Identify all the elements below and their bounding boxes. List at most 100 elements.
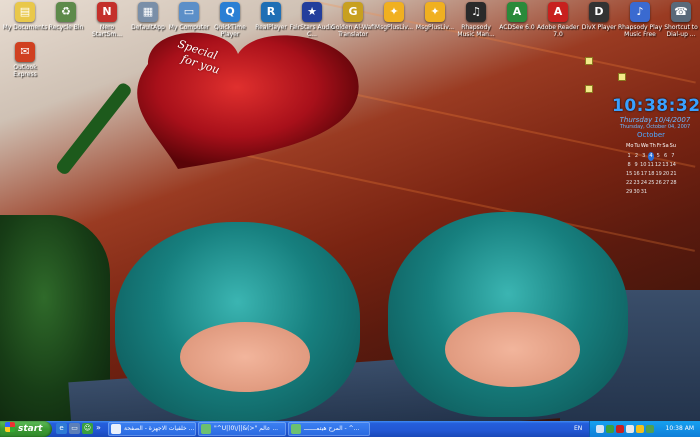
messenger-tray-icon[interactable] bbox=[606, 425, 614, 433]
desktop-icon-label: MsgPlusLiv... bbox=[374, 24, 414, 31]
messenger-icon[interactable]: ☺ bbox=[82, 423, 93, 434]
calendar-day[interactable]: 11 bbox=[648, 161, 654, 170]
taskbar-button-2[interactable]: "^U|)0\/||&(>" عالم ... bbox=[198, 422, 286, 436]
msgplus-icon: ✦ bbox=[384, 2, 404, 22]
calendar-days: 1 2 3 4 5 6 7 8 9 10 11 12 13 14 15 16 17 18 19 20 21 22 23 24 2… bbox=[626, 152, 677, 197]
taskbar-button-1[interactable]: خلفيات الاجهزة - الصفحة ... bbox=[108, 422, 196, 436]
calendar-day[interactable] bbox=[670, 188, 676, 197]
desktop-icon[interactable]: ★ FairStars Audio C... bbox=[289, 2, 335, 39]
acdsee-icon: A bbox=[507, 2, 527, 22]
clock-date: Thursday 10/4/2007 bbox=[619, 116, 691, 124]
language-indicator[interactable]: EN bbox=[574, 421, 582, 437]
messenger-window-icon bbox=[291, 424, 301, 434]
calendar-day[interactable] bbox=[655, 188, 661, 197]
calendar-day[interactable]: 14 bbox=[670, 161, 676, 170]
desktop-icon-outlook-express[interactable]: ✉ Outlook Express bbox=[2, 42, 48, 79]
calendar-day[interactable]: 31 bbox=[641, 188, 647, 197]
desktop-icon[interactable]: A ACDSee 6.0 bbox=[494, 2, 540, 39]
calendar-day[interactable]: 1 bbox=[626, 152, 632, 161]
quick-launch-overflow[interactable]: » bbox=[96, 421, 101, 435]
taskbar-button-3[interactable]: المرح هيتمـــــــ - ^... bbox=[288, 422, 370, 436]
calendar-day[interactable]: 6 bbox=[662, 152, 668, 161]
calendar-weekday: We bbox=[640, 143, 649, 149]
taskbar-button-label: المرح هيتمـــــــ - ^... bbox=[304, 425, 360, 432]
internet-explorer-icon[interactable]: e bbox=[56, 423, 67, 434]
antivirus-icon[interactable] bbox=[616, 425, 624, 433]
calendar-day[interactable]: 17 bbox=[641, 170, 647, 179]
calendar-day[interactable]: 19 bbox=[656, 170, 662, 179]
calendar-day[interactable]: 15 bbox=[626, 170, 632, 179]
calendar-day[interactable] bbox=[648, 188, 654, 197]
calendar-weekday: Sa bbox=[662, 143, 669, 149]
calendar-day[interactable]: 30 bbox=[633, 188, 639, 197]
clock-subline: Thursday, October 04, 2007 bbox=[619, 124, 691, 130]
safely-remove-icon[interactable] bbox=[646, 425, 654, 433]
calendar-day[interactable]: 18 bbox=[648, 170, 654, 179]
calendar-day[interactable]: 20 bbox=[663, 170, 669, 179]
calendar-day[interactable]: 27 bbox=[663, 179, 669, 188]
calendar-day[interactable]: 8 bbox=[626, 161, 632, 170]
calendar-day[interactable]: 22 bbox=[626, 179, 632, 188]
calendar-day[interactable]: 7 bbox=[670, 152, 676, 161]
desktop-icon[interactable]: ☎ Shortcut to Dial-up ... bbox=[658, 2, 700, 39]
calendar-day[interactable]: 25 bbox=[648, 179, 654, 188]
calendar-day[interactable]: 3 bbox=[641, 152, 647, 161]
calendar-day[interactable]: 9 bbox=[633, 161, 639, 170]
clock-time: 10:38:32 bbox=[612, 96, 700, 116]
calendar-week: 8 9 10 11 12 13 14 bbox=[626, 161, 676, 170]
widget-note-icon[interactable] bbox=[618, 73, 626, 81]
left-foot bbox=[180, 322, 310, 392]
calendar-weekday-header: Mo Tu We Th Fr Sa Su bbox=[626, 143, 676, 149]
desktop-icon[interactable]: ♪ Rhapsody Play Music Free bbox=[617, 2, 663, 39]
desktop-icon-label: ACDSee 6.0 bbox=[499, 24, 535, 31]
desktop-icon[interactable]: ♫ Rhapsody Music Man... bbox=[453, 2, 499, 39]
volume-icon[interactable] bbox=[626, 425, 634, 433]
calendar-day[interactable]: 24 bbox=[641, 179, 647, 188]
calendar-day[interactable]: 29 bbox=[626, 188, 632, 197]
computer-icon: ▭ bbox=[179, 2, 199, 22]
show-desktop-icon[interactable]: ▭ bbox=[69, 423, 80, 434]
calendar-day[interactable]: 23 bbox=[633, 179, 639, 188]
calendar-day[interactable]: 2 bbox=[633, 152, 639, 161]
desktop-icon-label: DivX Player bbox=[581, 24, 617, 31]
ie-window-icon bbox=[111, 424, 121, 434]
calendar-day[interactable] bbox=[663, 188, 669, 197]
desktop-icon-label: Adobe Reader 7.0 bbox=[536, 24, 580, 38]
calendar-weekday: Fr bbox=[656, 143, 662, 149]
network-icon[interactable] bbox=[596, 425, 604, 433]
rhapsody-icon: ♫ bbox=[466, 2, 486, 22]
calendar-day[interactable]: 26 bbox=[656, 179, 662, 188]
calendar-day[interactable]: 16 bbox=[633, 170, 639, 179]
calendar-day[interactable]: 21 bbox=[670, 170, 676, 179]
desktop-icon[interactable]: R RealPlayer bbox=[248, 2, 294, 39]
msgplus-icon: ✦ bbox=[425, 2, 445, 22]
calendar-day[interactable]: 10 bbox=[640, 161, 646, 170]
desktop-icon[interactable]: A Adobe Reader 7.0 bbox=[535, 2, 581, 39]
desktop-icon-label: DefaultApp bbox=[131, 24, 165, 31]
desktop-icon-label: Rhapsody Play Music Free bbox=[617, 24, 663, 38]
desktop-icon[interactable]: ♻ Recycle Bin bbox=[43, 2, 89, 39]
fairstars-icon: ★ bbox=[302, 2, 322, 22]
start-button[interactable]: start bbox=[0, 421, 52, 437]
update-icon[interactable] bbox=[636, 425, 644, 433]
desktop-icon[interactable]: G Golden Al-Wafi Translator bbox=[330, 2, 376, 39]
desktop-icon[interactable]: ▤ My Documents bbox=[2, 2, 48, 39]
desktop-icon[interactable]: D DivX Player bbox=[576, 2, 622, 39]
calendar-day[interactable]: 12 bbox=[655, 161, 661, 170]
quicktime-icon: Q bbox=[220, 2, 240, 22]
desktop-icon[interactable]: N Nero StartSm... bbox=[84, 2, 130, 39]
widget-note-icon[interactable] bbox=[585, 85, 593, 93]
calendar-day[interactable]: 28 bbox=[670, 179, 676, 188]
desktop-icon[interactable]: ▭ My Computer bbox=[166, 2, 212, 39]
calendar-day[interactable]: 5 bbox=[655, 152, 661, 161]
desktop-icon[interactable]: ▦ DefaultApp bbox=[125, 2, 171, 39]
desktop-icon[interactable]: ✦ MsgPlusLiv... bbox=[371, 2, 417, 39]
desktop-icon[interactable]: ✦ MsgPlusLiv... bbox=[412, 2, 458, 39]
calendar-day[interactable]: 13 bbox=[662, 161, 668, 170]
desktop-icon[interactable]: Q QuickTime Player bbox=[207, 2, 253, 39]
widget-note-icon[interactable] bbox=[585, 57, 593, 65]
calendar-day[interactable]: 4 bbox=[647, 152, 655, 161]
taskbar: start e ▭ ☺ » خلفيات الاجهزة - الصفحة ... … bbox=[0, 421, 700, 437]
tray-clock[interactable]: 10:38 AM bbox=[666, 421, 694, 437]
desktop-icon-label: My Documents bbox=[2, 24, 48, 31]
